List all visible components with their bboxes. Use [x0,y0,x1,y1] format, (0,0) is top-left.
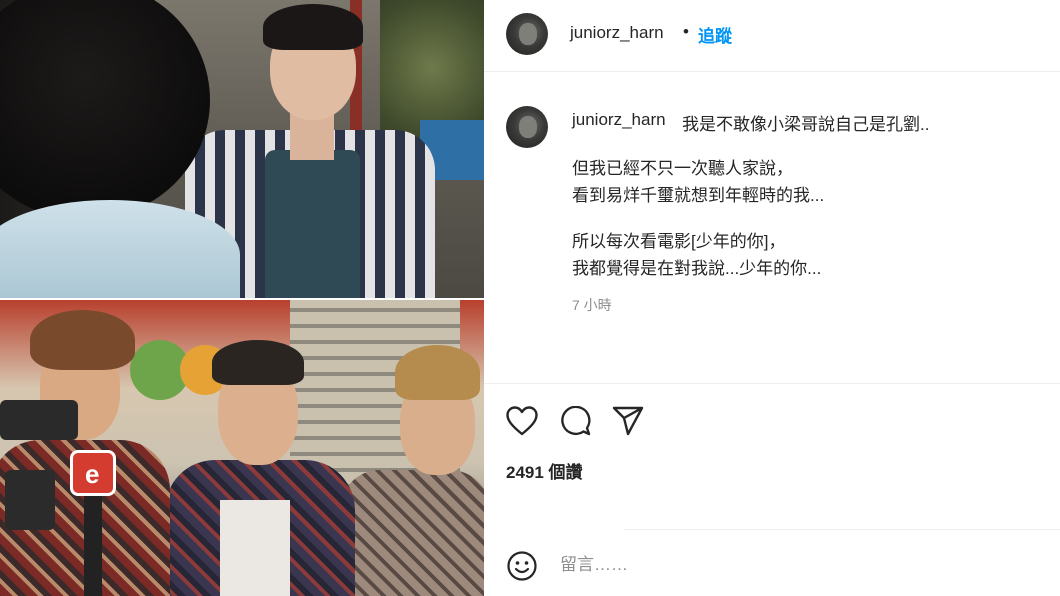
caption-line-2: 但我已經不只一次聽人家說， [572,159,793,178]
microphone [0,400,78,440]
person-right-hair [395,345,480,400]
share-icon[interactable] [612,406,644,436]
header-separator: • [683,22,689,41]
microphone-second [5,470,55,530]
follow-button[interactable]: 追蹤 [698,22,732,47]
caption-avatar[interactable] [506,106,548,148]
heart-icon[interactable] [506,406,538,436]
caption-line-4: 所以每次看電影[少年的你]， [572,232,786,251]
like-count[interactable]: 2491 個讚 [506,458,583,483]
caption-line-5: 我都覺得是在對我說...少年的你... [572,259,822,278]
caption-username[interactable]: juniorz_harn [572,110,666,130]
caption-line-1: 我是不敢像小梁哥說自己是孔劉.. [682,115,930,134]
person-center-hair [212,340,304,385]
comment-input[interactable] [560,550,980,580]
person-hair [263,4,363,50]
emoji-icon[interactable] [506,550,538,582]
person-right-jacket [340,470,484,596]
post-timestamp[interactable]: 7 小時 [572,295,612,315]
person-center-shirt [220,500,290,596]
microphone-flag-logo: e [70,450,116,496]
person-tshirt [265,150,360,298]
image-panel-bottom: e [0,300,484,596]
post-sidebar: juniorz_harn • 追蹤 juniorz_harn 我是不敢像小梁哥說… [484,0,1060,596]
microphone-handle [84,496,102,596]
image-panel-top [0,0,484,298]
comment-icon[interactable] [559,406,591,436]
person-left-hair [30,310,135,370]
header-username[interactable]: juniorz_harn [570,23,664,43]
post-header: juniorz_harn • 追蹤 [484,0,1060,72]
avatar[interactable] [506,13,548,55]
action-bar: 2491 個讚 [484,383,1060,529]
post-image[interactable]: e [0,0,484,596]
caption-line-3: 看到易烊千璽就想到年輕時的我... [572,186,825,205]
